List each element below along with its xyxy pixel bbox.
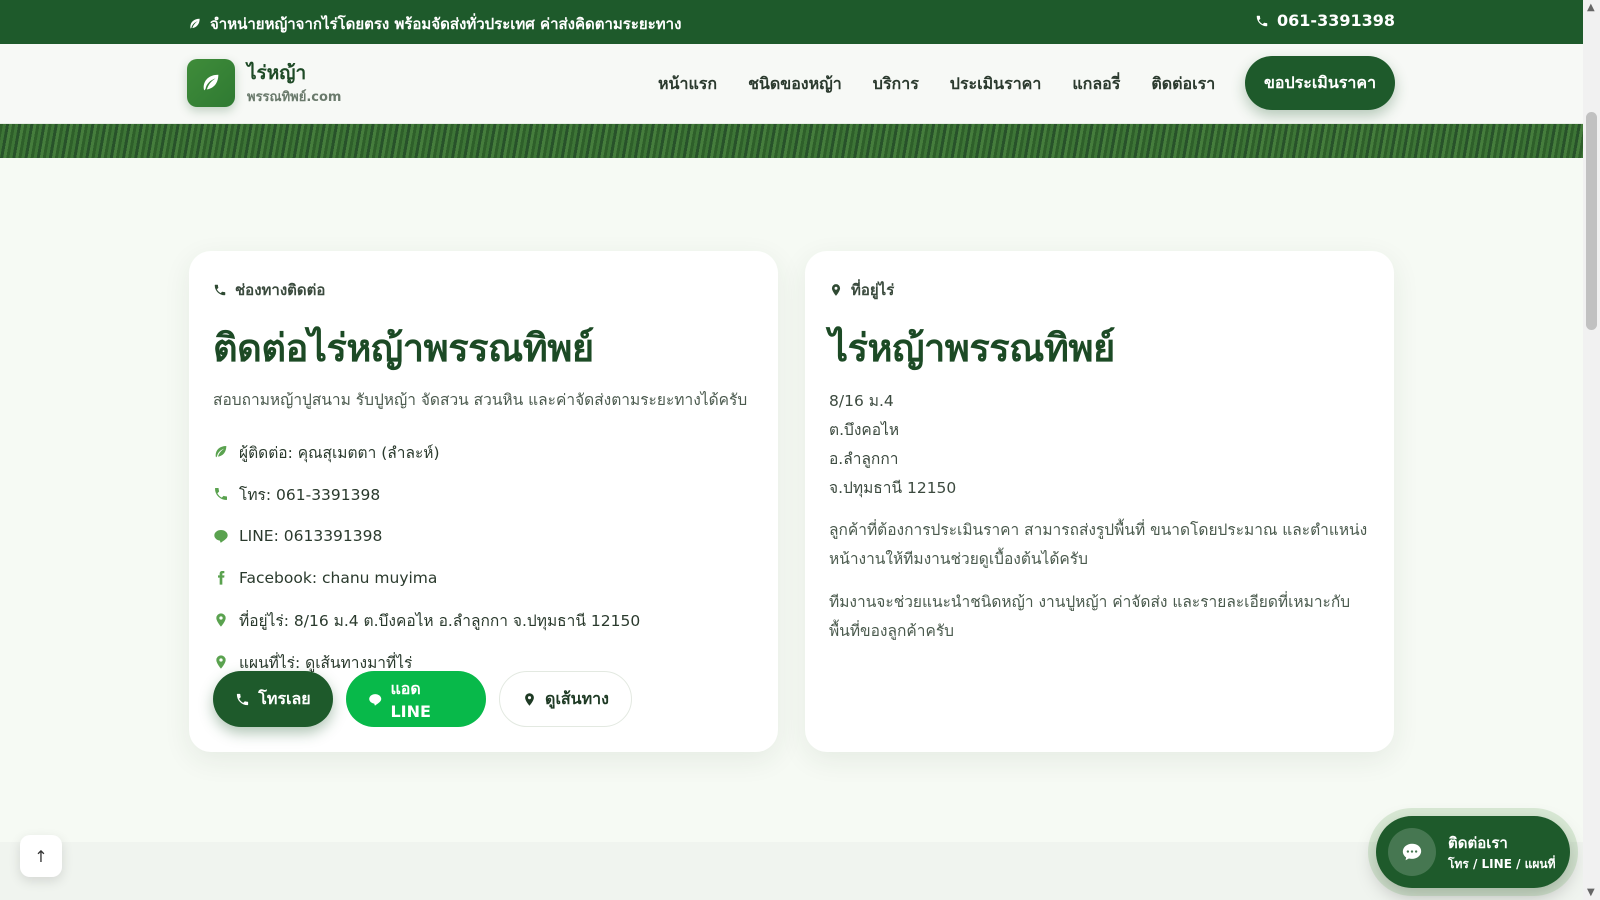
address-lines: 8/16 ม.4 ต.บึงคอไห อ.ลำลูกกา จ.ปทุมธานี … [829,387,956,503]
site-header: ไร่หญ้า พรรณทิพย์.com หน้าแรก ชนิดของหญ้… [0,44,1583,124]
address-line: 8/16 ม.4 [829,392,894,410]
contact-line-row[interactable]: LINE: 0613391398 [213,515,753,557]
contact-address-text: ที่อยู่ไร่: 8/16 ม.4 ต.บึงคอไห อ.ลำลูกกา… [239,611,641,630]
address-eyebrow: ที่อยู่ไร่ [829,278,894,302]
address-paragraph-quote: ลูกค้าที่ต้องการประเมินราคา สามารถส่งรูป… [829,521,1368,568]
scrollbar-thumb[interactable] [1586,112,1597,330]
back-to-top-button[interactable]: ↑ [20,835,62,877]
address-card: ที่อยู่ไร่ ไร่หญ้าพรรณทิพย์ 8/16 ม.4 ต.บ… [805,251,1394,752]
contact-phone-row[interactable]: โทร: 061-3391398 [213,473,753,515]
topbar-phone-number: 061-3391398 [1277,11,1395,30]
contact-phone-text: โทร: 061-3391398 [239,485,381,504]
scroll-up-arrow-icon[interactable]: ▲ [1587,2,1595,13]
scroll-down-arrow-icon[interactable]: ▼ [1587,887,1595,898]
announcement-text: จำหน่ายหญ้าจากไร่โดยตรง พร้อมจัดส่งทั่วป… [210,15,682,33]
main-nav: หน้าแรก ชนิดของหญ้า บริการ ประเมินราคา แ… [658,72,1215,97]
facebook-icon [218,571,225,585]
chat-bubble-icon [1388,828,1436,876]
address-eyebrow-label: ที่อยู่ไร่ [851,281,895,299]
topbar-phone[interactable]: 061-3391398 [1255,11,1395,30]
announcement: จำหน่ายหญ้าจากไร่โดยตรง พร้อมจัดส่งทั่วป… [188,12,681,36]
logo-subtitle: พรรณทิพย์.com [247,90,342,105]
address-line: จ.ปทุมธานี 12150 [829,479,957,497]
nav-gallery[interactable]: แกลอรี่ [1072,72,1120,97]
phone-icon [214,284,226,296]
logo-title[interactable]: ไร่หญ้า [247,58,306,88]
page-scrollbar[interactable]: ▲ ▼ [1583,0,1600,900]
contact-eyebrow-label: ช่องทางติดต่อ [235,281,326,299]
call-button-label: โทรเลย [258,688,311,708]
location-pin-icon [216,613,226,627]
phone-icon [237,693,249,705]
contact-line-text: LINE: 0613391398 [239,527,383,545]
contact-eyebrow: ช่องทางติดต่อ [213,278,325,302]
add-line-button-label: แอด LINE [390,679,431,721]
call-button[interactable]: โทรเลย [213,671,333,727]
contact-buttons: โทรเลย แอด LINE ดูเส้นทาง [213,671,632,727]
address-paragraph-advice: ทีมงานจะช่วยแนะนำชนิดหญ้า งานปูหญ้า ค่าจ… [829,593,1351,640]
nav-services[interactable]: บริการ [873,72,919,97]
contact-facebook-row[interactable]: Facebook: chanu muyima [213,557,753,599]
next-section-band [0,842,1583,900]
floating-contact-button[interactable]: ติดต่อเรา โทร / LINE / แผนที่ [1376,816,1570,888]
contact-info-list: ผู้ติดต่อ: คุณสุเมตตา (ลำละห์) โทร: 061-… [213,431,753,683]
directions-button-label: ดูเส้นทาง [545,688,609,708]
line-icon [214,530,228,543]
address-line: อ.ลำลูกกา [829,450,899,468]
contact-description: สอบถามหญ้าปูสนาม รับปูหญ้า จัดสวน สวนหิน… [213,391,748,409]
contact-person-text: ผู้ติดต่อ: คุณสุเมตตา (ลำละห์) [239,443,440,462]
contact-facebook-text: Facebook: chanu muyima [239,569,438,587]
grass-banner [0,124,1583,158]
contact-person-row: ผู้ติดต่อ: คุณสุเมตตา (ลำละห์) [213,431,753,473]
location-pin-icon [831,284,841,296]
line-icon [369,693,382,705]
location-pin-icon [216,655,226,669]
address-title: ไร่หญ้าพรรณทิพย์ [829,326,1115,370]
directions-button[interactable]: ดูเส้นทาง [499,671,632,727]
leaf-icon [215,446,227,458]
contact-title: ติดต่อไร่หญ้าพรรณทิพย์ [213,326,594,370]
floating-contact-subtitle: โทร / LINE / แผนที่ [1448,856,1556,871]
nav-grass-types[interactable]: ชนิดของหญ้า [748,72,842,97]
leaf-icon [203,74,219,91]
contact-card: ช่องทางติดต่อ ติดต่อไร่หญ้าพรรณทิพย์ สอบ… [189,251,778,752]
floating-contact-text: ติดต่อเรา โทร / LINE / แผนที่ [1448,831,1556,874]
floating-contact-title: ติดต่อเรา [1448,833,1508,852]
location-pin-icon [525,692,534,706]
leaf-icon [190,18,200,29]
request-quote-button[interactable]: ขอประเมินราคา [1245,56,1395,110]
logo[interactable] [187,59,235,107]
nav-contact[interactable]: ติดต่อเรา [1151,72,1215,97]
phone-icon [1256,15,1268,26]
phone-icon [215,488,227,500]
contact-address-row: ที่อยู่ไร่: 8/16 ม.4 ต.บึงคอไห อ.ลำลูกกา… [213,599,753,641]
address-line: ต.บึงคอไห [829,421,900,439]
add-line-button[interactable]: แอด LINE [346,671,486,727]
nav-pricing[interactable]: ประเมินราคา [950,72,1042,97]
nav-home[interactable]: หน้าแรก [658,72,717,97]
announcement-bar: จำหน่ายหญ้าจากไร่โดยตรง พร้อมจัดส่งทั่วป… [0,0,1583,44]
